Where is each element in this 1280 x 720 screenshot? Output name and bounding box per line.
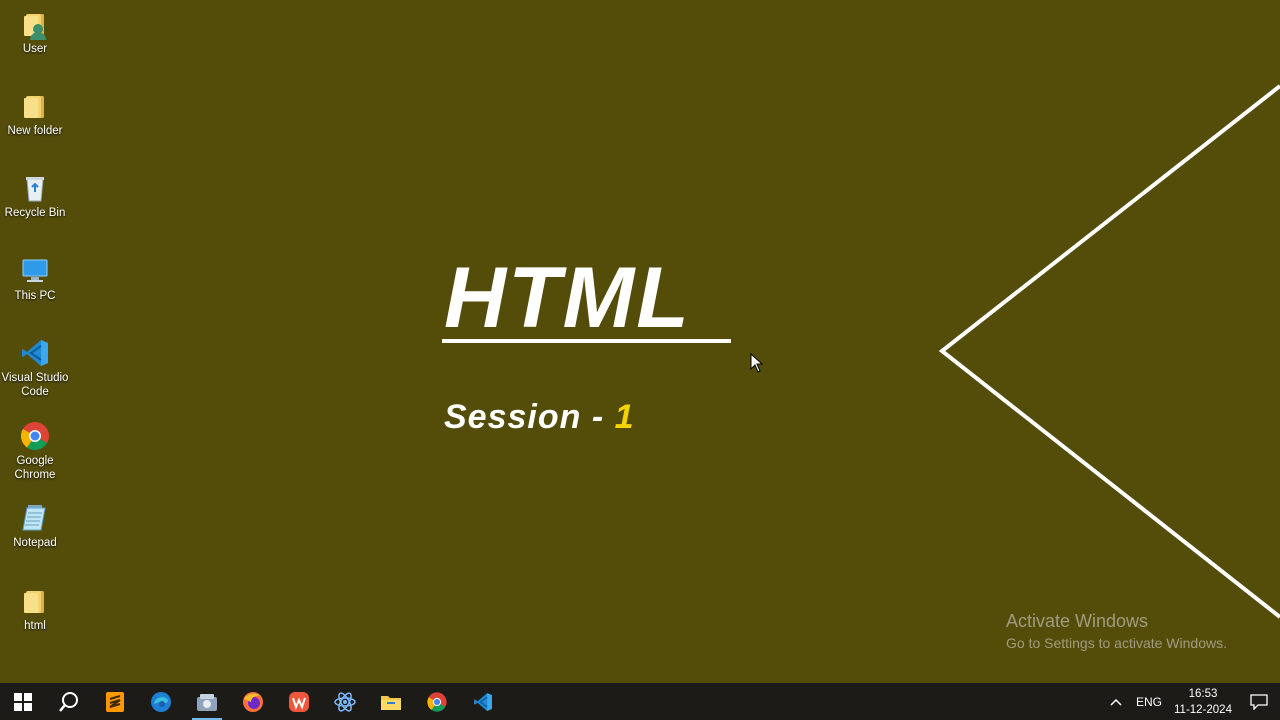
user-folder-icon	[19, 8, 51, 40]
language-indicator[interactable]: ENG	[1136, 695, 1162, 709]
taskbar-chrome[interactable]	[414, 683, 460, 720]
taskbar: ENG 16:53 11-12-2024	[0, 683, 1280, 720]
app-icon	[197, 693, 217, 711]
recycle-bin-icon	[19, 172, 51, 204]
desktop-icon-user[interactable]: User	[0, 8, 70, 56]
start-button[interactable]	[0, 683, 46, 720]
taskbar-vscode[interactable]	[460, 683, 506, 720]
notification-icon	[1250, 693, 1268, 710]
taskbar-wps-office[interactable]	[276, 683, 322, 720]
folder-icon	[19, 585, 51, 617]
vscode-icon	[474, 692, 492, 711]
desktop-icon-label: Google Chrome	[14, 455, 56, 481]
session-number: 1	[614, 398, 635, 436]
taskbar-edge[interactable]	[138, 683, 184, 720]
computer-icon	[19, 255, 51, 287]
desktop-icon-label: Notepad	[13, 537, 57, 549]
action-center-button[interactable]	[1244, 683, 1274, 720]
firefox-icon	[243, 691, 263, 712]
desktop-icon-recycle-bin[interactable]: Recycle Bin	[0, 172, 70, 220]
start-icon	[14, 692, 32, 711]
watermark-title: Activate Windows	[1006, 611, 1149, 631]
chrome-icon	[19, 420, 51, 452]
session-label: Session -	[444, 398, 615, 436]
chrome-icon	[427, 691, 447, 712]
react-devtools-icon	[334, 691, 356, 712]
slide-title: HTML	[444, 250, 691, 346]
desktop-icon-label: html	[24, 620, 46, 632]
taskbar-react-devtools[interactable]	[322, 683, 368, 720]
desktop-icon-label: Visual Studio Code	[1, 372, 69, 398]
desktop-icon-label: Recycle Bin	[4, 207, 66, 219]
desktop-icon-this-pc[interactable]: This PC	[0, 255, 70, 303]
mouse-pointer-icon	[750, 353, 764, 373]
desktop-icon-label: User	[22, 43, 48, 55]
desktop-icon-label: New folder	[7, 125, 63, 137]
search-icon	[59, 691, 78, 712]
clock-time: 16:53	[1188, 687, 1218, 700]
file-explorer-icon	[381, 695, 401, 710]
taskbar-file-explorer[interactable]	[368, 683, 414, 720]
desktop-icon-chrome[interactable]: Google Chrome	[0, 420, 70, 482]
clock-date: 11-12-2024	[1174, 703, 1232, 716]
show-hidden-icons-button[interactable]	[1102, 683, 1130, 720]
sublime-text-icon	[106, 691, 124, 712]
desktop-icon-notepad[interactable]: Notepad	[0, 502, 70, 550]
taskbar-active-app[interactable]	[184, 683, 230, 720]
desktop-icon-label: This PC	[14, 290, 56, 302]
desktop-icon-html[interactable]: html	[0, 585, 70, 633]
notepad-icon	[19, 502, 51, 534]
title-underline	[442, 339, 731, 343]
clock[interactable]: 16:53 11-12-2024	[1174, 686, 1232, 718]
chevron-up-icon	[1110, 698, 1122, 706]
search-button[interactable]	[46, 683, 92, 720]
desktop-icon-new-folder[interactable]: New folder	[0, 90, 70, 138]
edge-icon	[151, 691, 171, 712]
session-subtitle: Session - 1	[444, 396, 635, 438]
activate-windows-watermark: Activate Windows Go to Settings to activ…	[1006, 610, 1227, 653]
taskbar-firefox[interactable]	[230, 683, 276, 720]
vscode-icon	[19, 337, 51, 369]
wps-office-icon	[289, 691, 309, 712]
watermark-subtitle: Go to Settings to activate Windows.	[1006, 635, 1227, 651]
taskbar-sublime-text[interactable]	[92, 683, 138, 720]
desktop-icon-vscode[interactable]: Visual Studio Code	[0, 337, 70, 399]
system-tray: ENG 16:53 11-12-2024	[1102, 683, 1280, 720]
folder-icon	[19, 90, 51, 122]
